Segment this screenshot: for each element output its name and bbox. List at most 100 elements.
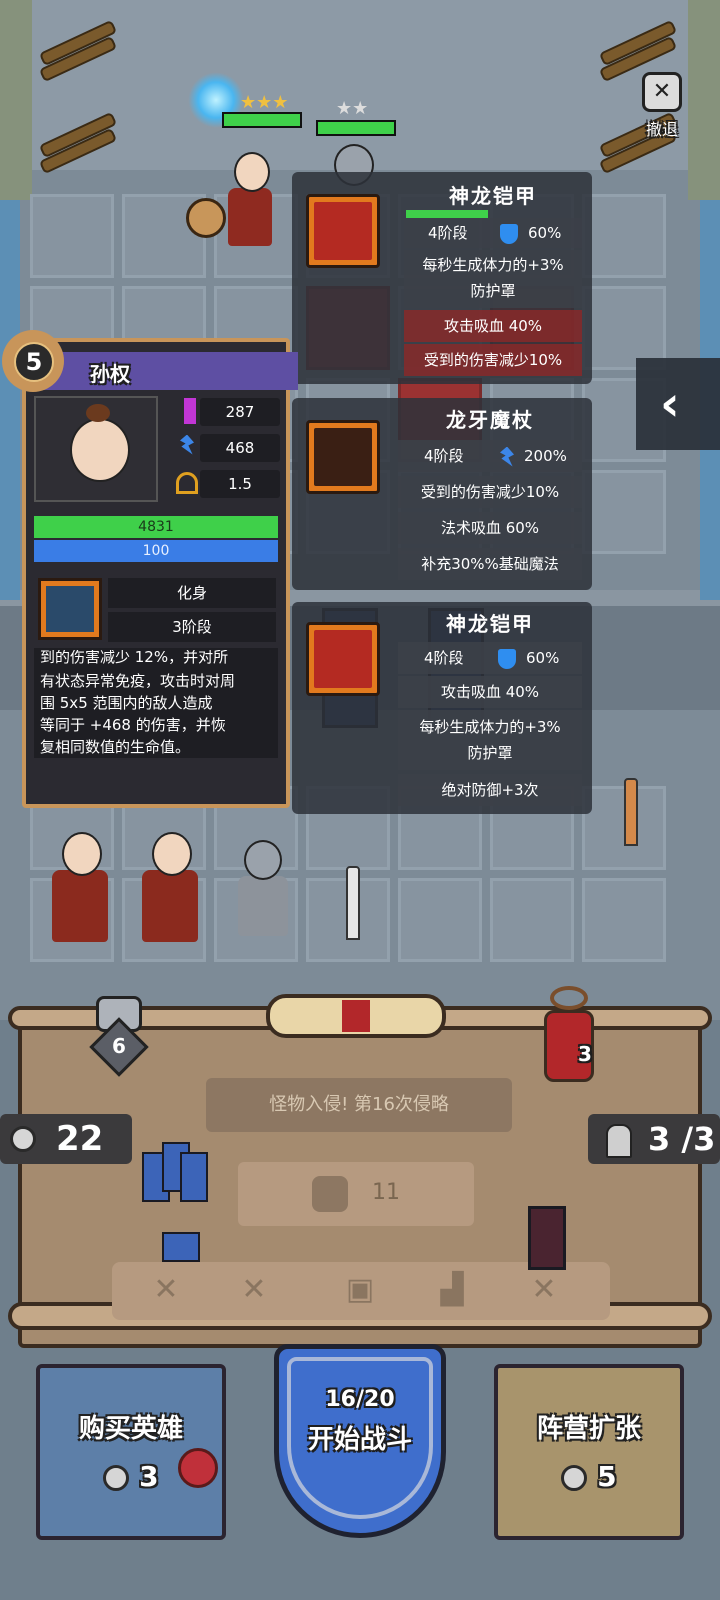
dragon-armor-icon[interactable] [306, 622, 380, 696]
item-stage-row: 4阶段 60% [404, 218, 582, 248]
star-rank-icon: ★★★ [240, 92, 289, 113]
item-stage-row: 4阶段 60% [398, 642, 582, 674]
hero-portrait [34, 396, 158, 502]
mana-icon [500, 446, 514, 467]
route-track: ✕ ✕ ▣ ▟ ✕ [112, 1262, 610, 1320]
coin-icon [561, 1465, 588, 1491]
item-title: 神龙铠甲 [446, 612, 534, 636]
item-stage-row: 4阶段 200% [398, 440, 582, 472]
expand-camp-label: 阵营扩张 [536, 1414, 641, 1444]
crossed-swords-icon: ✕ [531, 1272, 557, 1307]
board-tile[interactable] [582, 878, 666, 962]
reward-amount: 11 [372, 1180, 400, 1205]
chevron-left-icon: ‹ [660, 376, 680, 432]
coin-icon [103, 1465, 130, 1491]
item-stat-value: 60% [526, 649, 560, 667]
bronze-sword-item-icon[interactable] [624, 778, 638, 846]
hero-stat-magic: 468 [200, 434, 280, 462]
hero-name: 孙权 [90, 362, 130, 386]
item-title: 神龙铠甲 [449, 184, 537, 208]
item-effect: 每秒生成体力的+3% 防护罩 [404, 250, 582, 308]
unit-counter: 3 /3 [588, 1114, 720, 1164]
sealed-scroll-icon [266, 994, 446, 1038]
side-panel-toggle[interactable]: ‹ [636, 358, 720, 450]
mace-icon [186, 198, 226, 238]
shield-icon [498, 648, 516, 669]
ribbon-seal-icon [178, 1448, 218, 1488]
item-stat-value: 60% [528, 224, 562, 242]
shield-icon [500, 223, 518, 244]
board-tile[interactable] [582, 470, 666, 554]
start-battle-button[interactable]: 16/20 开始战斗 [274, 1344, 446, 1538]
item-effect: 受到的伤害减少10% [404, 344, 582, 376]
board-tile[interactable] [398, 878, 482, 962]
hero-stat-speed: 1.5 [200, 470, 280, 498]
invasion-banner: 怪物入侵! 第16次侵略 [206, 1078, 512, 1132]
battle-progress: 16/20 [325, 1387, 395, 1412]
spike-fence [598, 19, 678, 83]
description-line: 等同于 +468 的伤害，并恢 [40, 716, 226, 734]
reward-box: 11 [238, 1162, 474, 1226]
item-effect: 绝对防御+3次 [398, 774, 582, 806]
unit-count: 3 /3 [648, 1120, 716, 1158]
crossed-swords-icon: ✕ [241, 1272, 267, 1307]
board-tile[interactable] [490, 878, 574, 962]
buy-hero-label: 购买英雄 [78, 1414, 183, 1444]
pawn-icon [606, 1124, 632, 1158]
knight-unit-shield[interactable] [228, 836, 298, 946]
hero-unit-clone[interactable] [130, 826, 210, 946]
wax-seal-icon [342, 1000, 370, 1032]
item-detail: 神龙铠甲 4阶段 60% 每秒生成体力的+3% 防护罩 攻击吸血 40% 受到的… [404, 178, 582, 378]
item-detail: 神龙铠甲 4阶段 60% 攻击吸血 40% 每秒生成体力的+3% 防护罩 绝对防… [398, 606, 582, 812]
sword-item-icon[interactable] [346, 866, 360, 940]
hourglass-count: 3 [578, 1042, 592, 1066]
hero-unit-clone[interactable] [40, 826, 120, 946]
hero-mp-bar: 100 [34, 540, 278, 562]
wave-count: 6 [112, 1034, 126, 1058]
skill-description: 到的伤害减少 12%，并对所 有状态异常免疫，攻击时对周 围 5x5 范围内的敌… [34, 648, 278, 758]
description-line: 复相同数值的生命值。 [40, 738, 191, 756]
coin-stack-icon [312, 1176, 348, 1212]
water-left [0, 200, 20, 600]
crossed-swords-icon: ✕ [153, 1272, 179, 1307]
bow-icon [176, 472, 198, 494]
retreat-flag-icon: ✕ [642, 72, 682, 112]
dragon-armor-icon[interactable] [306, 194, 380, 268]
treasure-chest-icon: ▣ [345, 1272, 375, 1307]
hero-level-badge: 5 [2, 330, 72, 392]
grass-left [0, 0, 32, 200]
hero-name-bar: 孙权 [44, 352, 298, 390]
item-stage: 4阶段 [428, 224, 468, 242]
mana-icon [180, 434, 194, 455]
dragon-staff-icon[interactable] [306, 420, 380, 494]
item-effect: 法术吸血 60% [398, 512, 582, 544]
hourglass-timer: 3 [534, 986, 604, 1086]
item-stat: 60% [500, 218, 561, 248]
item-effect: 攻击吸血 40% [398, 676, 582, 708]
hourglass-ring [550, 986, 588, 1010]
item-effect: 补充30%%基础魔法 [398, 548, 582, 580]
item-stat: 200% [500, 440, 567, 472]
unit-hp-bar [222, 112, 302, 128]
item-stage: 4阶段 [424, 447, 464, 465]
hero-unit-armored[interactable] [214, 148, 284, 258]
coin-amount: 22 [56, 1119, 104, 1159]
item-title: 龙牙魔杖 [446, 408, 534, 432]
board-tile[interactable] [30, 194, 114, 278]
item-effect: 攻击吸血 40% [404, 310, 582, 342]
hero-stat-attack: 287 [200, 398, 280, 426]
hero-hair [86, 404, 110, 422]
wave-badge: 6 [84, 996, 154, 1080]
skill-icon[interactable] [38, 578, 102, 640]
retreat-button[interactable]: ✕ 撤退 [632, 72, 692, 142]
description-line: 到的伤害减少 12%，并对所 [40, 650, 229, 666]
coin-counter: 22 [0, 1114, 132, 1164]
start-battle-label: 开始战斗 [307, 1425, 412, 1455]
coin-icon [10, 1126, 36, 1152]
hero-hp-bar: 4831 [34, 516, 278, 538]
enemy-banner-icon [528, 1206, 566, 1270]
board-tile[interactable] [582, 194, 666, 278]
item-stage: 4阶段 [424, 649, 464, 667]
expand-camp-button[interactable]: 阵营扩张 5 [494, 1364, 684, 1540]
anvil-icon: ▟ [440, 1272, 464, 1307]
